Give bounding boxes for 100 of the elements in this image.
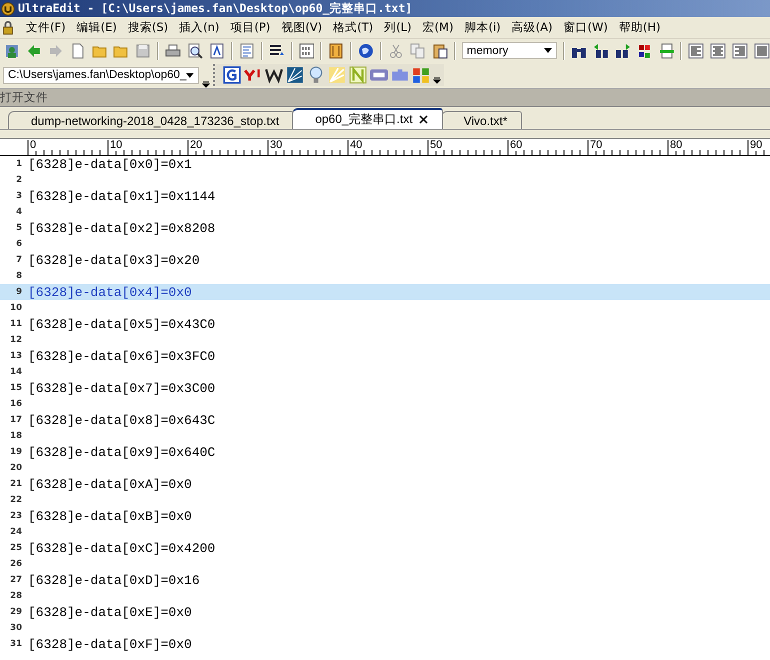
code-line: [6328]e-data[0x1]=0x1144 xyxy=(28,188,216,204)
code-line: [6328]e-data[0x3]=0x20 xyxy=(28,252,200,268)
line-number: 2 xyxy=(15,175,23,185)
menu-item[interactable]: 高级(A) xyxy=(512,20,552,35)
menu-item[interactable]: 帮助(H) xyxy=(618,20,660,35)
code-line: [6328]e-data[0xA]=0x0 xyxy=(28,476,192,492)
printer-icon[interactable] xyxy=(165,42,181,58)
line-number: 11 xyxy=(9,319,23,329)
line-number: 12 xyxy=(9,335,23,345)
binoculars-arrow-icon[interactable] xyxy=(614,42,631,58)
globe-icon[interactable] xyxy=(358,42,374,58)
back-arrow-icon[interactable] xyxy=(26,42,42,58)
line-number: 14 xyxy=(9,367,23,377)
menu-item[interactable]: 列(L) xyxy=(384,20,412,35)
line-number: 7 xyxy=(15,255,23,265)
ruler-number: 60 xyxy=(509,139,524,151)
menu-item[interactable]: 插入(n) xyxy=(179,20,220,35)
lock-icon[interactable] xyxy=(1,20,15,34)
path-combo[interactable]: C:\Users\james.fan\Desktop\op60_ xyxy=(3,66,199,84)
line-number: 17 xyxy=(9,415,23,425)
line-number: 10 xyxy=(9,303,23,313)
line-number: 25 xyxy=(9,543,23,553)
line-number: 8 xyxy=(15,271,23,281)
caret-icon xyxy=(186,72,194,78)
justify-icon[interactable] xyxy=(754,42,770,58)
file-tab[interactable]: Vivo.txt* xyxy=(440,111,522,129)
file-tab[interactable]: dump-networking-2018_0428_173236_stop.txt xyxy=(8,111,294,129)
ruler-number: 50 xyxy=(429,139,444,151)
line-number: 20 xyxy=(9,463,23,473)
line-number: 15 xyxy=(9,383,23,393)
document-lines-icon[interactable] xyxy=(238,42,255,58)
align-left-icon[interactable] xyxy=(688,42,704,58)
new-document-icon[interactable] xyxy=(70,42,86,58)
ruler-number: 90 xyxy=(749,139,764,151)
line-number: 16 xyxy=(9,399,23,409)
font-document-icon[interactable] xyxy=(208,42,225,58)
user-icon[interactable] xyxy=(4,42,20,58)
code-line: [6328]e-data[0xB]=0x0 xyxy=(28,508,192,524)
line-number: 13 xyxy=(9,351,23,361)
panel-title: 打开文件 xyxy=(0,90,48,105)
align-right-icon[interactable] xyxy=(732,42,748,58)
menu-item[interactable]: 文件(F) xyxy=(26,20,66,35)
code-line: [6328]e-data[0xD]=0x16 xyxy=(28,572,200,588)
menu-item[interactable]: 项目(P) xyxy=(230,20,270,35)
align-center-icon[interactable] xyxy=(710,42,726,58)
menu-item[interactable]: 视图(V) xyxy=(281,20,322,35)
window-title: UltraEdit - [C:\Users\james.fan\Desktop\op60_完整串口.txt] xyxy=(18,1,412,16)
paste-icon[interactable] xyxy=(432,42,448,58)
code-line: [6328]e-data[0xF]=0x0 xyxy=(28,636,192,652)
line-number: 29 xyxy=(9,607,23,617)
code-line: [6328]e-data[0x6]=0x3FC0 xyxy=(28,348,216,364)
book-icon[interactable] xyxy=(328,42,344,58)
search-combo[interactable]: memory xyxy=(462,42,558,59)
code-line: [6328]e-data[0x5]=0x43C0 xyxy=(28,316,216,332)
ruler-number: 40 xyxy=(349,139,364,151)
line-number: 9 xyxy=(15,287,23,297)
code-line: [6328]e-data[0x2]=0x8208 xyxy=(28,220,216,236)
g-logo-icon[interactable] xyxy=(223,66,241,84)
close-icon[interactable] xyxy=(418,115,428,124)
ruler-number: 30 xyxy=(269,139,284,151)
line-number: 22 xyxy=(9,495,23,505)
ruler-number: 70 xyxy=(589,139,604,151)
caret-icon xyxy=(544,48,552,53)
code-line: [6328]e-data[0xE]=0x0 xyxy=(28,604,192,620)
code-line: [6328]e-data[0x4]=0x0 xyxy=(28,284,192,300)
binary-icon[interactable] xyxy=(298,42,314,58)
menu-item[interactable]: 搜索(S) xyxy=(128,20,168,35)
line-number: 3 xyxy=(15,191,23,201)
line-number: 19 xyxy=(9,447,23,457)
ruler-number: 20 xyxy=(189,139,204,151)
replace-icon[interactable] xyxy=(636,42,653,58)
binoculars-arrow-icon[interactable] xyxy=(592,42,609,58)
menu-item[interactable]: 格式(T) xyxy=(333,20,374,35)
line-number: 18 xyxy=(9,431,23,441)
line-number: 30 xyxy=(9,623,23,633)
line-number: 4 xyxy=(15,207,23,217)
code-line: [6328]e-data[0x9]=0x640C xyxy=(28,444,216,460)
line-number: 1 xyxy=(15,159,23,169)
line-number: 21 xyxy=(9,479,23,489)
lightbulb-icon[interactable] xyxy=(307,66,325,84)
line-number: 23 xyxy=(9,511,23,521)
menu-item[interactable]: 宏(M) xyxy=(422,20,454,35)
file-tab[interactable]: op60_完整串口.txt xyxy=(292,108,443,129)
code-line: [6328]e-data[0x0]=0x1 xyxy=(28,156,192,172)
line-number: 26 xyxy=(9,559,23,569)
ruler-number: 80 xyxy=(669,139,684,151)
w-logo-icon[interactable] xyxy=(265,66,283,84)
line-number: 24 xyxy=(9,527,23,537)
magnifier-icon[interactable] xyxy=(187,42,203,58)
menu-item[interactable]: 脚本(i) xyxy=(464,20,501,35)
rays-icon[interactable] xyxy=(286,66,304,84)
windows-flag-icon[interactable] xyxy=(412,66,430,84)
code-line: [6328]e-data[0x7]=0x3C00 xyxy=(28,380,216,396)
menu-item[interactable]: 编辑(E) xyxy=(76,20,117,35)
ruler-number: 0 xyxy=(29,139,38,151)
line-number: 5 xyxy=(15,223,23,233)
code-line: [6328]e-data[0xC]=0x4200 xyxy=(28,540,216,556)
line-number: 31 xyxy=(9,639,23,649)
menu-item[interactable]: 窗口(W) xyxy=(563,20,608,35)
code-line: [6328]e-data[0x8]=0x643C xyxy=(28,412,216,428)
